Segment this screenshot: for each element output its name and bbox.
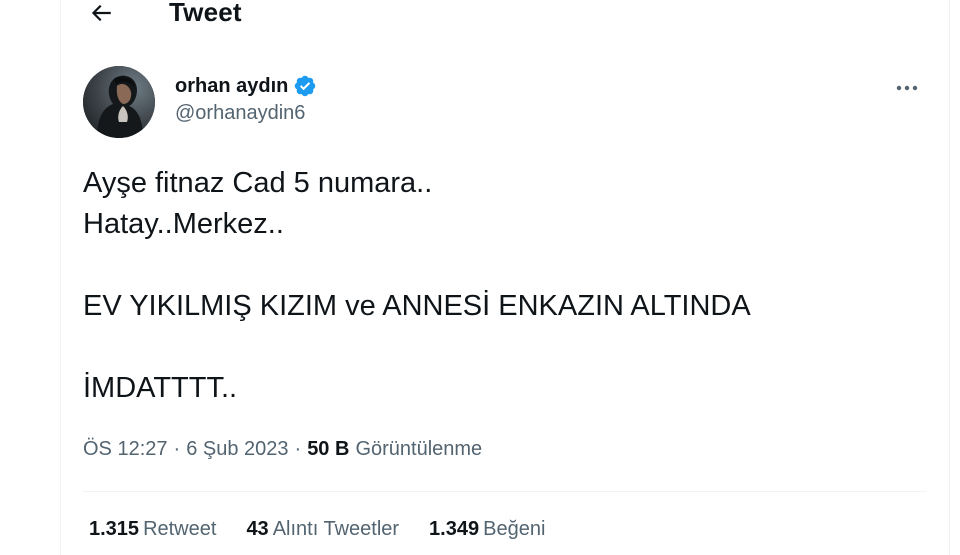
tweet-line: İMDATTTT.. xyxy=(83,372,238,404)
likes-label: Beğeni xyxy=(483,518,546,540)
quotes-stat[interactable]: 43 Alıntı Tweetler xyxy=(246,518,399,541)
likes-stat[interactable]: 1.349 Beğeni xyxy=(429,518,545,541)
author-handle[interactable]: @orhanaydin6 xyxy=(175,102,317,125)
page-title: Tweet xyxy=(169,0,242,27)
quotes-count: 43 xyxy=(246,518,269,540)
author-display-name[interactable]: orhan aydın xyxy=(175,75,288,98)
tweet-line: Hatay..Merkez.. xyxy=(83,208,284,240)
more-options-button[interactable] xyxy=(889,76,925,100)
retweets-count: 1.315 xyxy=(89,518,140,540)
tweet-date[interactable]: 6 Şub 2023 xyxy=(186,438,288,461)
arrow-left-icon xyxy=(88,0,114,26)
meta-separator: · xyxy=(294,438,302,460)
views-count: 50 B xyxy=(307,438,350,460)
display-name-row: orhan aydın xyxy=(175,72,317,100)
meta-separator: · xyxy=(173,438,181,460)
likes-count: 1.349 xyxy=(429,518,480,540)
retweets-label: Retweet xyxy=(143,518,217,540)
tweet-line xyxy=(83,327,933,368)
divider xyxy=(83,491,927,492)
more-horizontal-icon xyxy=(895,84,919,92)
retweets-stat[interactable]: 1.315 Retweet xyxy=(89,518,216,541)
tweet-line: EV YIKILMIŞ KIZIM ve ANNESİ ENKAZIN ALTI… xyxy=(83,290,751,322)
tweet-text: Ayşe fitnaz Cad 5 numara.. Hatay..Merkez… xyxy=(83,163,933,409)
tweet-page: Tweet orhan aydın @orhanaydin6 Ayşe fitn… xyxy=(0,0,960,555)
main-column: Tweet orhan aydın @orhanaydin6 Ayşe fitn… xyxy=(60,0,950,555)
verified-badge-icon[interactable] xyxy=(293,74,317,98)
quotes-label: Alıntı Tweetler xyxy=(272,518,400,540)
avatar[interactable] xyxy=(83,66,155,138)
back-button[interactable] xyxy=(83,0,119,31)
tweet-meta: ÖS 12:27 · 6 Şub 2023 · 50 B Görüntülenm… xyxy=(83,438,482,461)
tweet-time[interactable]: ÖS 12:27 xyxy=(83,438,168,461)
tweet-stats: 1.315 Retweet 43 Alıntı Tweetler 1.349 Beğe… xyxy=(89,518,545,541)
tweet-line xyxy=(83,245,933,286)
views-label: Görüntülenme xyxy=(355,438,483,460)
tweet-line: Ayşe fitnaz Cad 5 numara.. xyxy=(83,167,433,199)
author-info: orhan aydın @orhanaydin6 xyxy=(175,72,317,125)
page-header: Tweet xyxy=(61,0,949,40)
